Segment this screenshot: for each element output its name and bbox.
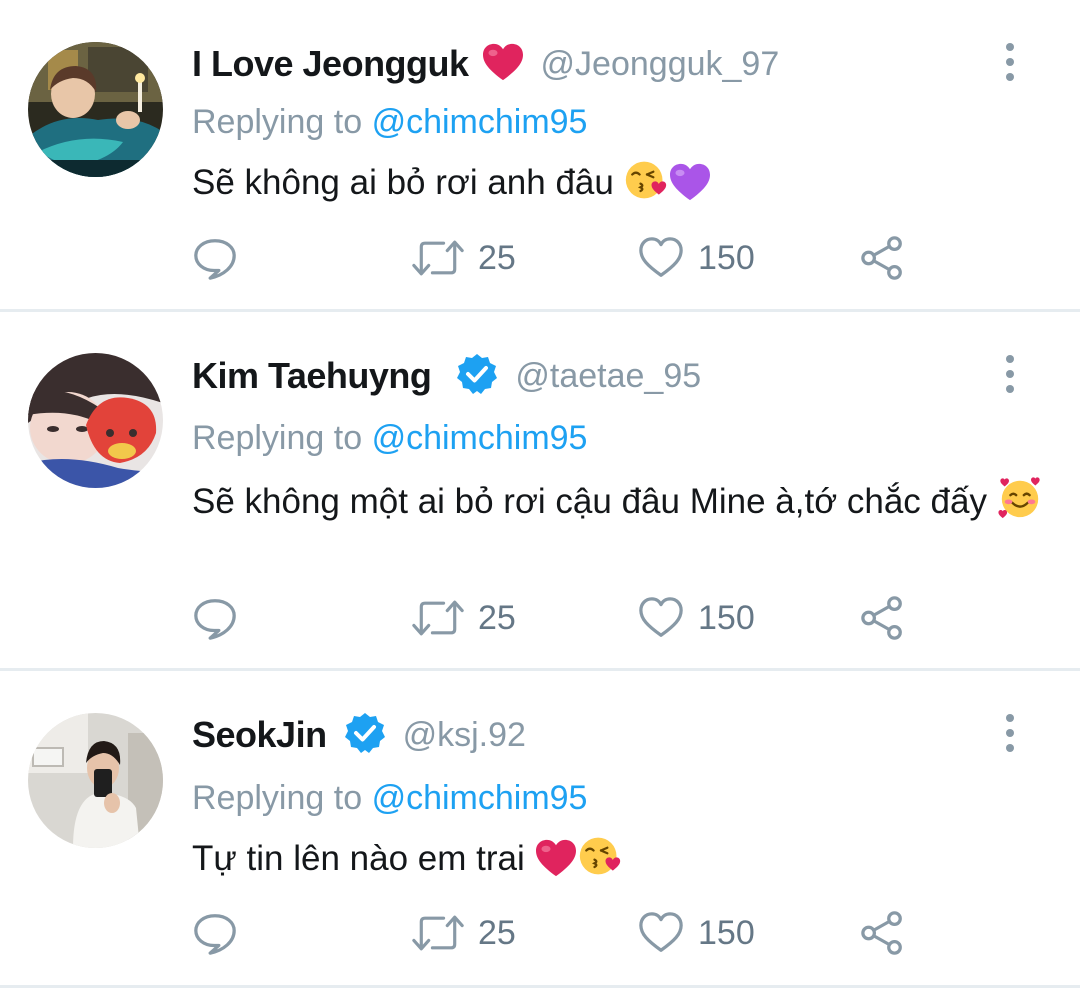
reply-mention-link[interactable]: @chimchim95 <box>372 103 588 141</box>
avatar[interactable] <box>28 713 163 848</box>
retweet-count: 25 <box>478 598 516 637</box>
tweet-header: I Love Jeongguk @Jeongguk_97 <box>192 40 779 88</box>
more-options-icon[interactable] <box>998 713 1022 753</box>
avatar-image <box>28 42 163 177</box>
share-icon <box>860 235 906 281</box>
display-name[interactable]: Kim Taehuyng <box>192 355 432 397</box>
reply-button[interactable] <box>192 234 238 282</box>
tweet-text: Sẽ không một ai bỏ rơi cậu đâu Mine à,tớ… <box>192 475 1052 533</box>
share-button[interactable] <box>860 909 906 957</box>
verified-badge-icon <box>455 352 499 401</box>
retweet-icon <box>412 910 464 956</box>
heart-icon <box>638 235 684 281</box>
avatar-image <box>28 353 163 488</box>
like-count: 150 <box>698 598 755 637</box>
replying-label: Replying to <box>192 103 363 141</box>
more-options-icon[interactable] <box>998 354 1022 394</box>
like-count: 150 <box>698 913 755 952</box>
replying-to: Replying to @chimchim95 <box>192 419 587 458</box>
heart-icon <box>638 595 684 641</box>
purple-heart-icon <box>668 162 712 214</box>
tweet-actions: 25 150 <box>192 909 932 957</box>
reply-mention-link[interactable]: @chimchim95 <box>372 419 588 457</box>
tweet-body: Sẽ không một ai bỏ rơi cậu đâu Mine à,tớ… <box>192 482 987 521</box>
retweet-count: 25 <box>478 913 516 952</box>
replying-label: Replying to <box>192 419 363 457</box>
red-heart-icon <box>481 42 525 87</box>
verified-badge-icon <box>343 711 387 760</box>
reply-button[interactable] <box>192 909 238 957</box>
heart-icon <box>638 910 684 956</box>
reply-mention-link[interactable]: @chimchim95 <box>372 779 588 817</box>
tweet-header: Kim Taehuyng @taetae_95 <box>192 352 701 400</box>
tweet-body: Sẽ không ai bỏ rơi anh đâu <box>192 163 614 202</box>
tweet-actions: 25 150 <box>192 234 932 282</box>
kissing-face-with-heart-icon <box>624 158 668 214</box>
reply-icon <box>192 235 238 281</box>
replying-label: Replying to <box>192 779 363 817</box>
avatar[interactable] <box>28 353 163 488</box>
red-heart-icon <box>534 838 578 890</box>
tweet-1[interactable]: I Love Jeongguk @Jeongguk_97 Replying to… <box>0 0 1080 309</box>
tweet-actions: 25 150 <box>192 594 932 642</box>
share-button[interactable] <box>860 234 906 282</box>
user-handle[interactable]: @taetae_95 <box>515 357 701 396</box>
tweet-text: Sẽ không ai bỏ rơi anh đâu <box>192 158 1052 214</box>
retweet-icon <box>412 235 464 281</box>
avatar-image <box>28 713 163 848</box>
like-button[interactable]: 150 <box>638 594 755 642</box>
like-button[interactable]: 150 <box>638 909 755 957</box>
more-options-icon[interactable] <box>998 42 1022 82</box>
display-name[interactable]: SeokJin <box>192 714 327 756</box>
tweet-body: Tự tin lên nào em trai <box>192 839 525 878</box>
tweet-3[interactable]: SeokJin @ksj.92 Replying to @chimchim95 … <box>0 671 1080 985</box>
retweet-button[interactable]: 25 <box>412 234 516 282</box>
share-icon <box>860 595 906 641</box>
like-count: 150 <box>698 238 755 277</box>
retweet-icon <box>412 595 464 641</box>
tweet-text: Tự tin lên nào em trai <box>192 834 1052 890</box>
user-handle[interactable]: @ksj.92 <box>403 716 526 755</box>
replying-to: Replying to @chimchim95 <box>192 103 587 142</box>
retweet-button[interactable]: 25 <box>412 909 516 957</box>
user-handle[interactable]: @Jeongguk_97 <box>541 45 780 84</box>
display-name[interactable]: I Love Jeongguk <box>192 43 469 85</box>
tweet-2[interactable]: Kim Taehuyng @taetae_95 Replying to @chi… <box>0 312 1080 668</box>
smiling-face-with-hearts-icon <box>997 475 1043 533</box>
kissing-face-with-heart-icon <box>578 834 622 890</box>
like-button[interactable]: 150 <box>638 234 755 282</box>
avatar[interactable] <box>28 42 163 177</box>
reply-icon <box>192 910 238 956</box>
reply-button[interactable] <box>192 594 238 642</box>
share-icon <box>860 910 906 956</box>
retweet-count: 25 <box>478 238 516 277</box>
reply-icon <box>192 595 238 641</box>
share-button[interactable] <box>860 594 906 642</box>
tweet-header: SeokJin @ksj.92 <box>192 711 526 759</box>
retweet-button[interactable]: 25 <box>412 594 516 642</box>
replying-to: Replying to @chimchim95 <box>192 779 587 818</box>
